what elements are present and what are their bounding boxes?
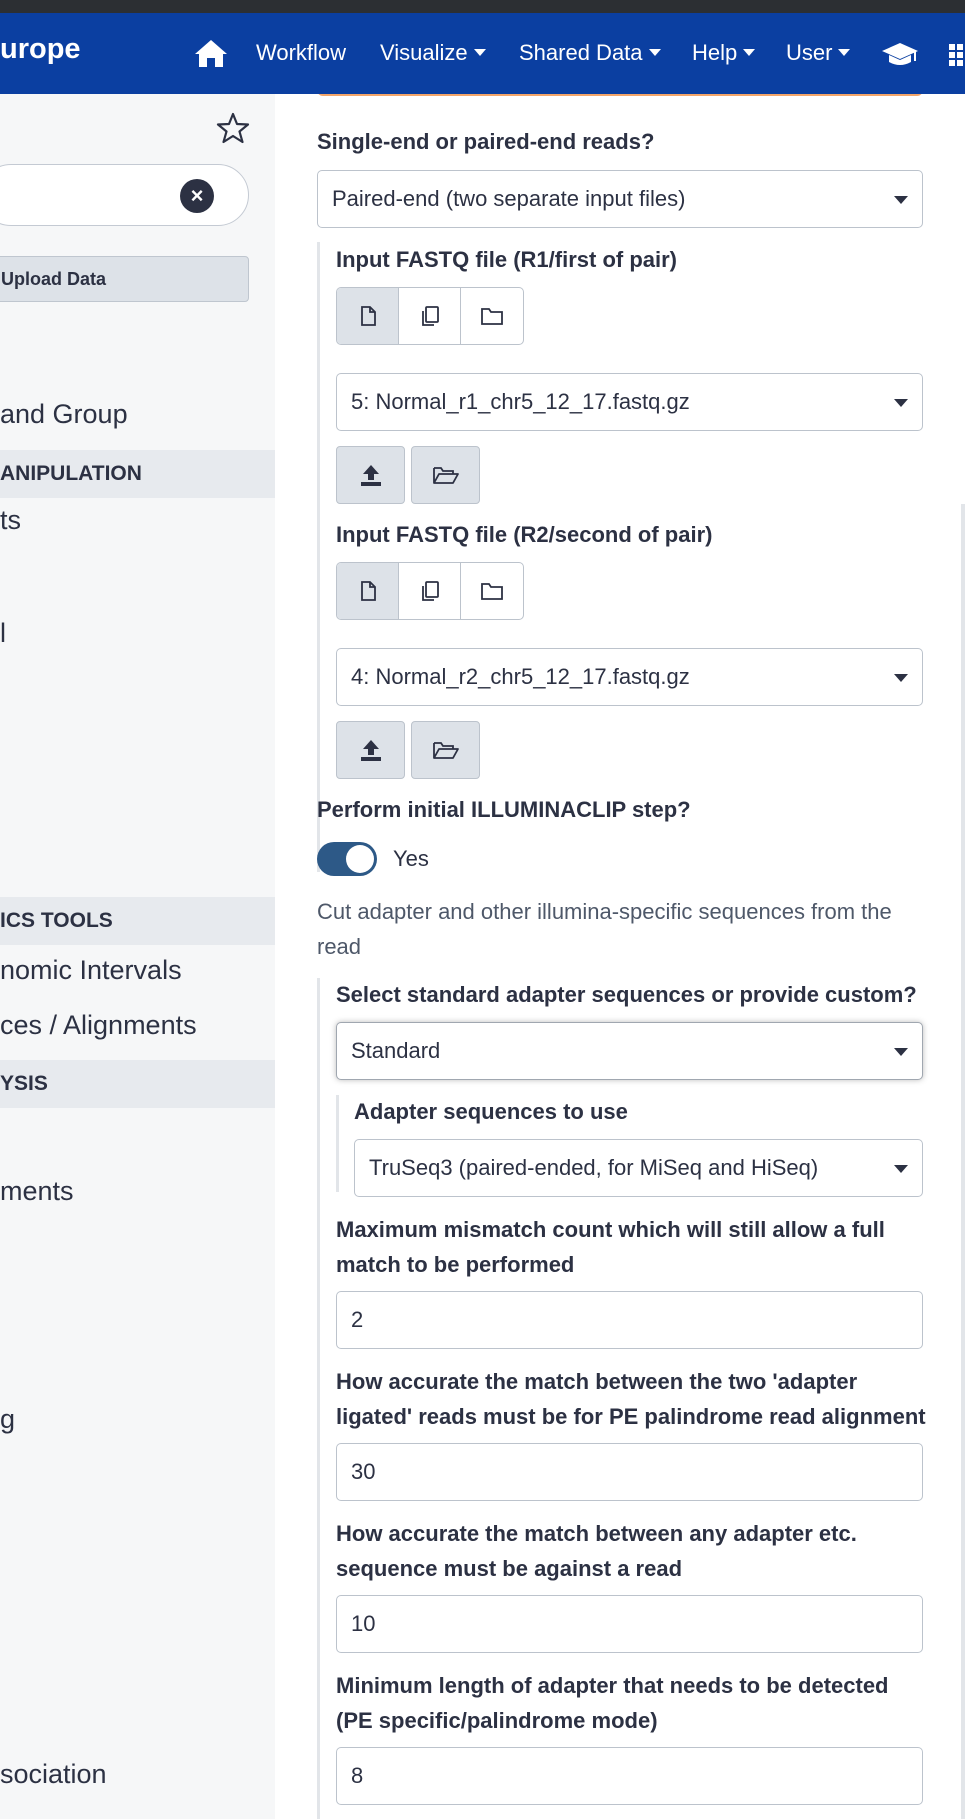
r1-browse-button[interactable] [411, 446, 480, 504]
tool-link[interactable]: ments [0, 1176, 74, 1207]
illuminaclip-group-border [317, 978, 320, 1819]
mismatch-input[interactable]: 2 [336, 1291, 923, 1349]
r2-browse-button[interactable] [411, 721, 480, 779]
tool-link[interactable]: and Group [0, 399, 128, 430]
palindrome-input[interactable]: 30 [336, 1443, 923, 1501]
nav-shared-data[interactable]: Shared Data [519, 40, 661, 66]
tool-form: Single-end or paired-end reads? Paired-e… [275, 94, 965, 1819]
copy-icon [421, 581, 439, 601]
tool-link[interactable]: ts [0, 505, 21, 536]
adapter-source-label: Select standard adapter sequences or pro… [336, 982, 917, 1007]
chevron-down-icon [894, 399, 908, 407]
nav-workflow-label: Workflow [256, 40, 347, 65]
scroll-edge [961, 504, 965, 1819]
nav-shared-data-label: Shared Data [519, 40, 643, 65]
r1-upload-button[interactable] [336, 446, 405, 504]
chevron-down-icon [838, 48, 851, 56]
adapter-source-select[interactable]: Standard [336, 1022, 923, 1080]
upload-icon [360, 465, 381, 486]
star-icon[interactable] [215, 111, 251, 145]
adapter-seq-select[interactable]: TruSeq3 (paired-ended, for MiSeq and HiS… [354, 1139, 923, 1197]
folder-icon [481, 308, 503, 325]
tool-link[interactable]: nomic Intervals [0, 955, 182, 986]
tool-link[interactable]: ces / Alignments [0, 1010, 197, 1041]
simple-clip-input[interactable]: 10 [336, 1595, 923, 1653]
chevron-down-icon [894, 1165, 908, 1173]
nav-user-label: User [786, 40, 833, 65]
paired-group-border [317, 242, 320, 872]
adapter-group-border [336, 1095, 339, 1192]
copy-icon [421, 306, 439, 326]
tool-panel: × Upload Data and Group ANIPULATION ts l… [0, 94, 275, 1819]
single-file-button[interactable] [337, 563, 399, 619]
simple-clip-label: How accurate the match between any adapt… [336, 1521, 857, 1581]
tool-section-header[interactable]: ANIPULATION [0, 450, 275, 498]
tool-section-header[interactable]: YSIS [0, 1060, 275, 1108]
r2-label: Input FASTQ file (R2/second of pair) [336, 522, 713, 547]
nav-user[interactable]: User [786, 40, 851, 66]
nav-visualize[interactable]: Visualize [380, 40, 486, 66]
folder-open-icon [432, 467, 459, 484]
tool-link[interactable]: sociation [0, 1759, 107, 1790]
chevron-down-icon [894, 674, 908, 682]
collection-button[interactable] [461, 288, 523, 344]
single-file-button[interactable] [337, 288, 399, 344]
illuminaclip-toggle[interactable] [317, 842, 377, 876]
multiple-files-button[interactable] [399, 563, 461, 619]
r2-dataset-value: 4: Normal_r2_chr5_12_17.fastq.gz [351, 664, 690, 689]
illuminaclip-toggle-label: Yes [393, 846, 429, 871]
illuminaclip-help: Cut adapter and other illumina-specific … [317, 899, 892, 959]
tool-link[interactable]: l [0, 618, 6, 649]
reads-type-value: Paired-end (two separate input files) [332, 186, 686, 211]
top-strip [0, 0, 965, 13]
multiple-files-button[interactable] [399, 288, 461, 344]
chevron-down-icon [473, 48, 486, 56]
folder-icon [481, 583, 503, 600]
toggle-knob [346, 845, 374, 873]
r2-dataset-select[interactable]: 4: Normal_r2_chr5_12_17.fastq.gz [336, 648, 923, 706]
nav-workflow[interactable]: Workflow [256, 40, 346, 66]
r2-upload-button[interactable] [336, 721, 405, 779]
tool-section-header[interactable]: ICS TOOLS [0, 897, 275, 945]
min-adapter-length-label: Minimum length of adapter that needs to … [336, 1673, 889, 1733]
upload-data-button[interactable]: Upload Data [0, 256, 249, 302]
upload-icon [360, 740, 381, 761]
folder-open-icon [432, 742, 459, 759]
chevron-down-icon [743, 48, 756, 56]
file-icon [360, 306, 376, 326]
r1-dataset-value: 5: Normal_r1_chr5_12_17.fastq.gz [351, 389, 690, 414]
palindrome-label: How accurate the match between the two '… [336, 1369, 926, 1429]
collection-button[interactable] [461, 563, 523, 619]
reads-type-label: Single-end or paired-end reads? [317, 129, 655, 154]
r1-dataset-select[interactable]: 5: Normal_r1_chr5_12_17.fastq.gz [336, 373, 923, 431]
reads-type-select[interactable]: Paired-end (two separate input files) [317, 170, 923, 228]
file-icon [360, 581, 376, 601]
tool-link[interactable]: g [0, 1404, 15, 1435]
r1-label: Input FASTQ file (R1/first of pair) [336, 247, 677, 272]
min-adapter-length-input[interactable]: 8 [336, 1747, 923, 1805]
nav-help[interactable]: Help [692, 40, 756, 66]
chevron-down-icon [648, 48, 661, 56]
graduation-cap-icon[interactable] [880, 41, 920, 69]
grid-icon[interactable] [947, 41, 965, 69]
brand-title[interactable]: urope [0, 33, 81, 66]
home-icon[interactable] [193, 37, 229, 69]
adapter-seq-value: TruSeq3 (paired-ended, for MiSeq and HiS… [369, 1155, 819, 1180]
adapter-source-value: Standard [351, 1038, 441, 1063]
nav-help-label: Help [692, 40, 738, 65]
tool-search-input[interactable]: × [0, 164, 249, 226]
nav-visualize-label: Visualize [380, 40, 468, 65]
warning-strip [317, 94, 923, 96]
illuminaclip-label: Perform initial ILLUMINACLIP step? [317, 797, 691, 822]
mismatch-label: Maximum mismatch count which will still … [336, 1217, 885, 1277]
chevron-down-icon [894, 196, 908, 204]
r2-input-mode-group [336, 562, 524, 620]
adapter-seq-label: Adapter sequences to use [354, 1099, 628, 1124]
masthead: urope Workflow Visualize Shared Data Hel… [0, 13, 965, 94]
clear-icon[interactable]: × [180, 179, 214, 213]
chevron-down-icon [894, 1048, 908, 1056]
r1-input-mode-group [336, 287, 524, 345]
